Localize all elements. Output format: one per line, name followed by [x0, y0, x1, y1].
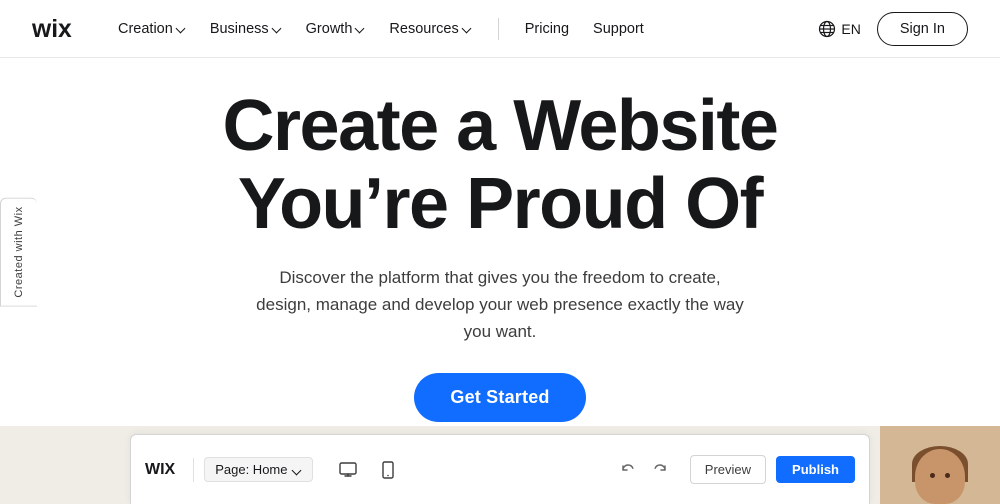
signin-button[interactable]: Sign In	[877, 12, 968, 46]
device-mobile-icon[interactable]	[373, 455, 403, 485]
chevron-down-icon	[176, 24, 186, 34]
language-label: EN	[841, 21, 860, 37]
undo-redo-group	[614, 456, 674, 484]
nav-business[interactable]: Business	[200, 15, 292, 43]
language-selector[interactable]: EN	[818, 20, 860, 38]
chevron-down-icon	[272, 24, 282, 34]
hero-title: Create a Website You’re Proud Of	[223, 88, 778, 244]
nav-links: Creation Business Growth Resources Prici…	[108, 15, 818, 43]
nav-resources[interactable]: Resources	[379, 15, 481, 43]
publish-button[interactable]: Publish	[776, 456, 855, 483]
hero-subtitle: Discover the platform that gives you the…	[255, 264, 745, 346]
hero-section: Create a Website You’re Proud Of Discove…	[0, 58, 1000, 432]
editor-wix-logo: WIX	[145, 461, 175, 479]
page-selector[interactable]: Page: Home	[204, 457, 313, 482]
globe-icon	[818, 20, 836, 38]
nav-right: EN Sign In	[818, 12, 968, 46]
preview-button[interactable]: Preview	[690, 455, 766, 484]
wix-badge[interactable]: Created with Wix	[0, 197, 37, 306]
nav-pricing[interactable]: Pricing	[515, 15, 579, 43]
svg-text:wix: wix	[32, 16, 72, 43]
get-started-button[interactable]: Get Started	[414, 373, 585, 422]
undo-button[interactable]	[614, 456, 642, 484]
avatar-preview	[880, 426, 1000, 504]
chevron-down-icon	[355, 24, 365, 34]
device-desktop-icon[interactable]	[333, 455, 363, 485]
avatar-eyes	[930, 473, 950, 478]
nav-creation[interactable]: Creation	[108, 15, 196, 43]
redo-button[interactable]	[646, 456, 674, 484]
navbar: wix Creation Business Growth Resources P…	[0, 0, 1000, 58]
bottom-preview-area: WIX Page: Home Preview Publ	[0, 426, 1000, 504]
editor-sep-1	[193, 458, 194, 482]
nav-divider	[498, 18, 499, 40]
nav-support[interactable]: Support	[583, 15, 654, 43]
wix-logo[interactable]: wix	[32, 15, 80, 43]
wix-editor-bar: WIX Page: Home Preview Publ	[130, 434, 870, 504]
chevron-down-icon	[462, 24, 472, 34]
chevron-down-icon	[292, 466, 302, 476]
nav-growth[interactable]: Growth	[296, 15, 376, 43]
